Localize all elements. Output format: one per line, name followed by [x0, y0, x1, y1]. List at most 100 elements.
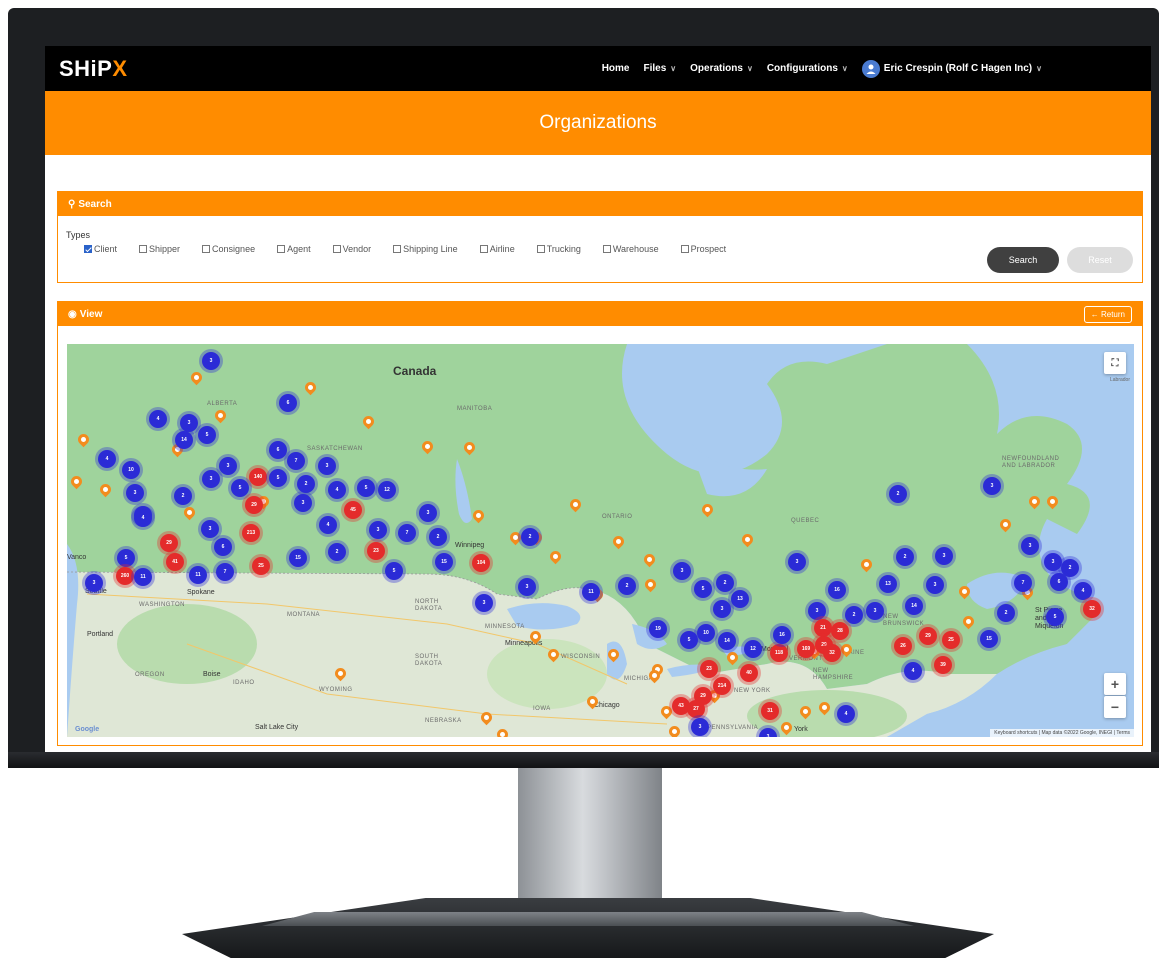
- map-cluster-marker[interactable]: 3: [419, 504, 437, 522]
- map-cluster-marker[interactable]: 12: [378, 481, 396, 499]
- map-cluster-marker[interactable]: 2: [997, 604, 1015, 622]
- map-cluster-marker[interactable]: 14: [718, 632, 736, 650]
- checkbox-icon[interactable]: [602, 245, 611, 253]
- map-cluster-marker[interactable]: 118: [770, 644, 788, 662]
- map-cluster-marker[interactable]: 2: [174, 487, 192, 505]
- map-cluster-marker[interactable]: 13: [731, 590, 749, 608]
- nav-home[interactable]: Home: [602, 63, 630, 74]
- map-cluster-marker[interactable]: 3: [518, 578, 536, 596]
- type-client-checkbox[interactable]: Client: [84, 244, 117, 254]
- nav-configurations[interactable]: Configurations ∨: [767, 63, 848, 74]
- map-cluster-marker[interactable]: 3: [85, 574, 103, 592]
- checkbox-icon[interactable]: [139, 245, 148, 253]
- map-cluster-marker[interactable]: 3: [673, 562, 691, 580]
- map-cluster-marker[interactable]: 12: [744, 640, 762, 658]
- map-cluster-marker[interactable]: 5: [680, 631, 698, 649]
- map-cluster-marker[interactable]: 169: [797, 640, 815, 658]
- map-cluster-marker[interactable]: 3: [475, 594, 493, 612]
- map-cluster-marker[interactable]: 5: [1046, 608, 1064, 626]
- type-trucking-checkbox[interactable]: Trucking: [536, 244, 581, 254]
- map-cluster-marker[interactable]: 3: [126, 484, 144, 502]
- checkbox-icon[interactable]: [332, 245, 341, 253]
- map-cluster-marker[interactable]: 5: [357, 479, 375, 497]
- map-cluster-marker[interactable]: 3: [866, 602, 884, 620]
- type-prospect-checkbox[interactable]: Prospect: [680, 244, 726, 254]
- map-cluster-marker[interactable]: 2: [716, 574, 734, 592]
- map-cluster-marker[interactable]: 3: [219, 457, 237, 475]
- map-cluster-marker[interactable]: 4: [904, 662, 922, 680]
- return-button[interactable]: ← Return: [1083, 306, 1132, 323]
- map-cluster-marker[interactable]: 7: [216, 563, 234, 581]
- map-cluster-marker[interactable]: 23: [700, 660, 718, 678]
- map-cluster-marker[interactable]: 32: [823, 644, 841, 662]
- map-cluster-marker[interactable]: 3: [713, 600, 731, 618]
- fullscreen-button[interactable]: ⛶: [1104, 352, 1126, 374]
- map-cluster-marker[interactable]: 16: [773, 626, 791, 644]
- checkbox-checked-icon[interactable]: [84, 245, 92, 253]
- type-vendor-checkbox[interactable]: Vendor: [332, 244, 371, 254]
- map-cluster-marker[interactable]: 27: [687, 700, 705, 718]
- map-cluster-marker[interactable]: 29: [245, 496, 263, 514]
- map-attribution[interactable]: Keyboard shortcuts | Map data ©2022 Goog…: [990, 729, 1134, 737]
- map-cluster-marker[interactable]: 21: [814, 619, 832, 637]
- map-cluster-marker[interactable]: 19: [649, 620, 667, 638]
- map-cluster-marker[interactable]: 4: [149, 410, 167, 428]
- zoom-in-button[interactable]: +: [1104, 673, 1126, 695]
- map-cluster-marker[interactable]: 28: [831, 622, 849, 640]
- organizations-map[interactable]: Canada ALBERTA MANITOBA SASKATCHEWAN ONT…: [67, 344, 1134, 737]
- map-cluster-marker[interactable]: 41: [166, 553, 184, 571]
- map-cluster-marker[interactable]: 4: [328, 481, 346, 499]
- map-cluster-marker[interactable]: 214: [713, 677, 731, 695]
- search-button[interactable]: Search: [987, 247, 1059, 273]
- user-menu[interactable]: Eric Crespin (Rolf C Hagen Inc) ∨: [861, 59, 1042, 78]
- map-cluster-marker[interactable]: 4: [319, 516, 337, 534]
- type-consignee-checkbox[interactable]: Consignee: [202, 244, 255, 254]
- map-cluster-marker[interactable]: 40: [740, 664, 758, 682]
- map-cluster-marker[interactable]: 2: [328, 543, 346, 561]
- map-cluster-marker[interactable]: 29: [919, 627, 937, 645]
- map-cluster-marker[interactable]: 3: [294, 494, 312, 512]
- map-cluster-marker[interactable]: 2: [896, 548, 914, 566]
- map-cluster-marker[interactable]: 14: [175, 431, 193, 449]
- map-cluster-marker[interactable]: 3: [1044, 553, 1062, 571]
- checkbox-icon[interactable]: [536, 245, 545, 253]
- map-cluster-marker[interactable]: 6: [1050, 573, 1068, 591]
- map-cluster-marker[interactable]: 15: [435, 553, 453, 571]
- type-agent-checkbox[interactable]: Agent: [277, 244, 311, 254]
- map-cluster-marker[interactable]: 140: [249, 468, 267, 486]
- map-cluster-marker[interactable]: 15: [980, 630, 998, 648]
- checkbox-icon[interactable]: [393, 245, 402, 253]
- map-cluster-marker[interactable]: 4: [837, 705, 855, 723]
- map-cluster-marker[interactable]: 5: [694, 580, 712, 598]
- nav-operations[interactable]: Operations ∨: [690, 63, 753, 74]
- nav-files[interactable]: Files ∨: [644, 63, 677, 74]
- map-cluster-marker[interactable]: 23: [367, 542, 385, 560]
- map-cluster-marker[interactable]: 213: [242, 524, 260, 542]
- map-cluster-marker[interactable]: 11: [582, 583, 600, 601]
- map-cluster-marker[interactable]: 5: [231, 479, 249, 497]
- map-cluster-marker[interactable]: 3: [1021, 537, 1039, 555]
- zoom-out-button[interactable]: −: [1104, 696, 1126, 718]
- map-cluster-marker[interactable]: 3: [318, 457, 336, 475]
- map-cluster-marker[interactable]: 3: [983, 477, 1001, 495]
- map-cluster-marker[interactable]: 15: [289, 549, 307, 567]
- map-cluster-marker[interactable]: 3: [202, 470, 220, 488]
- map-cluster-marker[interactable]: 3: [369, 521, 387, 539]
- type-shipping-line-checkbox[interactable]: Shipping Line: [393, 244, 458, 254]
- map-cluster-marker[interactable]: 3: [935, 547, 953, 565]
- map-cluster-marker[interactable]: 4: [1074, 582, 1092, 600]
- map-cluster-marker[interactable]: 5: [117, 549, 135, 567]
- map-cluster-marker[interactable]: 26: [894, 637, 912, 655]
- map-cluster-marker[interactable]: 25: [942, 631, 960, 649]
- map-cluster-marker[interactable]: 7: [287, 452, 305, 470]
- map-cluster-marker[interactable]: 2: [845, 606, 863, 624]
- map-cluster-marker[interactable]: 2: [618, 577, 636, 595]
- map-cluster-marker[interactable]: 3: [201, 520, 219, 538]
- map-cluster-marker[interactable]: 16: [828, 581, 846, 599]
- map-cluster-marker[interactable]: 2: [889, 485, 907, 503]
- map-cluster-marker[interactable]: 5: [385, 562, 403, 580]
- type-shipper-checkbox[interactable]: Shipper: [139, 244, 180, 254]
- map-cluster-marker[interactable]: 39: [934, 656, 952, 674]
- checkbox-icon[interactable]: [202, 245, 211, 253]
- map-cluster-marker[interactable]: 6: [269, 441, 287, 459]
